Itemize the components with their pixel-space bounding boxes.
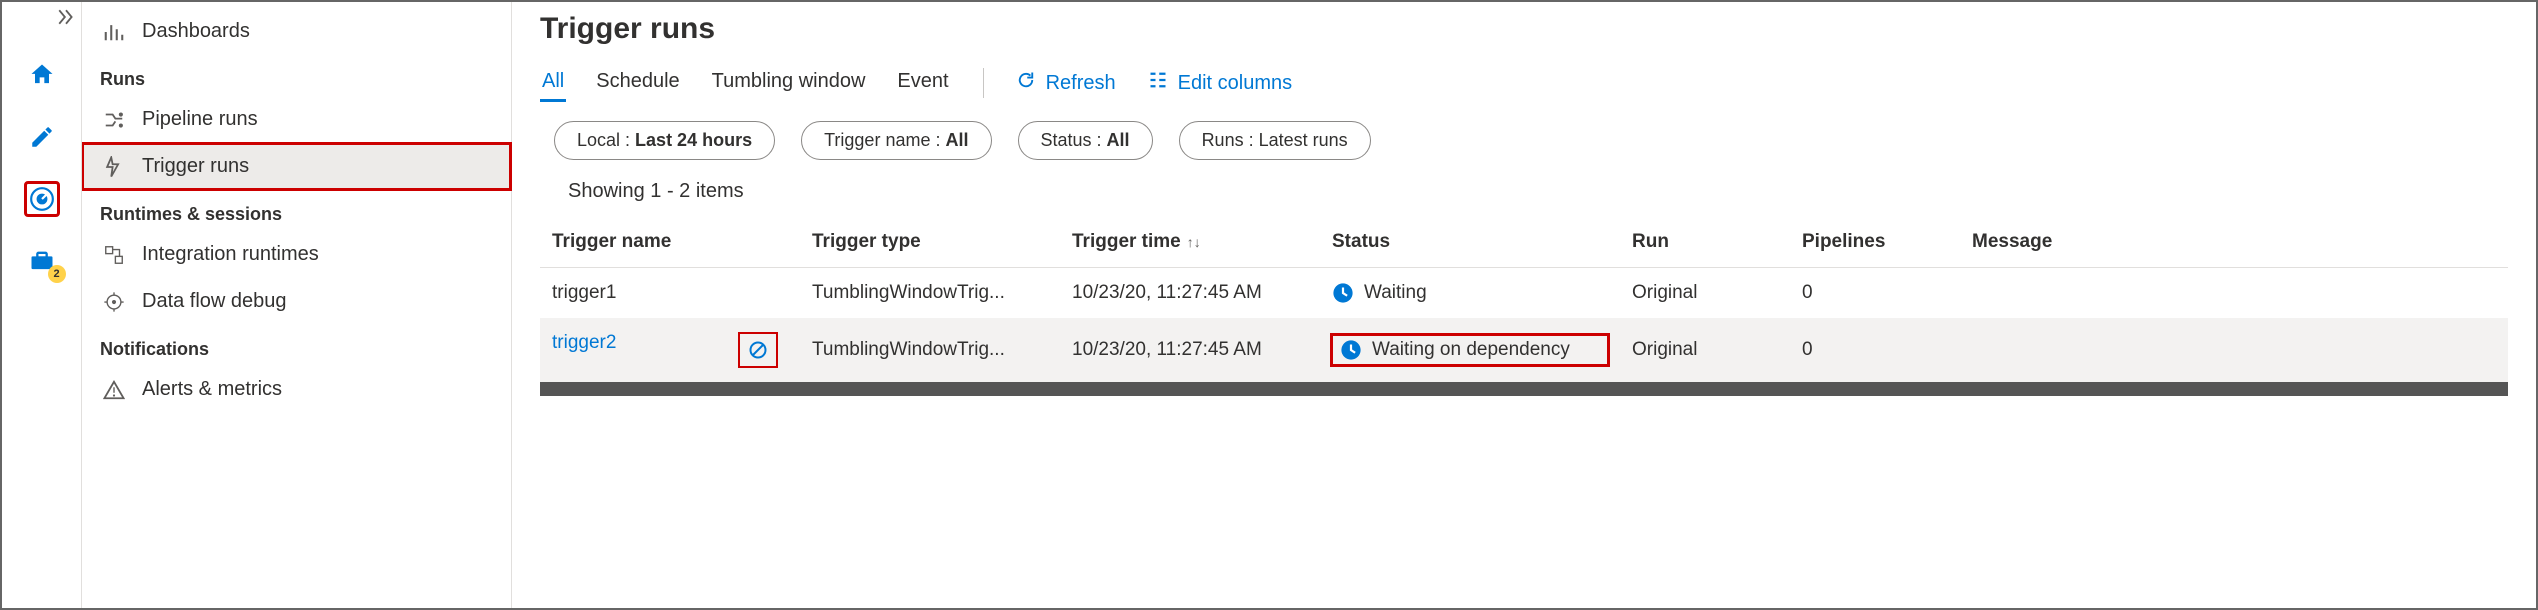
col-pipelines[interactable]: Pipelines: [1790, 217, 1960, 268]
sidebar-item-data-flow-debug[interactable]: Data flow debug: [82, 278, 511, 325]
table-row[interactable]: trigger2 TumblingWindowTrig... 10/23/20,…: [540, 318, 2508, 382]
divider: [983, 68, 984, 98]
sidebar-item-label: Pipeline runs: [142, 108, 258, 131]
cancel-button[interactable]: [738, 332, 778, 368]
debug-icon: [100, 291, 128, 313]
sidebar-header-runtimes: Runtimes & sessions: [82, 190, 511, 231]
cell-run: Original: [1620, 318, 1790, 382]
col-run[interactable]: Run: [1620, 217, 1790, 268]
bar-chart-icon: [100, 21, 128, 43]
main-content: Trigger runs All Schedule Tumbling windo…: [512, 2, 2536, 608]
cell-trigger-name: trigger1: [540, 268, 800, 319]
sidebar-item-label: Dashboards: [142, 20, 250, 43]
cell-trigger-time: 10/23/20, 11:27:45 AM: [1060, 318, 1320, 382]
filter-status[interactable]: Status : All: [1018, 121, 1153, 160]
clock-icon: [1332, 282, 1354, 304]
filter-row: Local : Last 24 hours Trigger name : All…: [540, 121, 2508, 160]
col-status[interactable]: Status: [1320, 217, 1620, 268]
tabs: All Schedule Tumbling window Event: [540, 64, 951, 102]
cancel-icon: [748, 340, 768, 360]
sidebar-item-pipeline-runs[interactable]: Pipeline runs: [82, 96, 511, 143]
columns-icon: [1148, 70, 1168, 96]
refresh-label: Refresh: [1046, 72, 1116, 95]
clock-icon: [1340, 339, 1362, 361]
sidebar-header-runs: Runs: [82, 55, 511, 96]
pipeline-icon: [100, 109, 128, 131]
home-icon[interactable]: [24, 57, 60, 93]
tab-tumbling-window[interactable]: Tumbling window: [710, 64, 868, 102]
cell-status: Waiting: [1320, 268, 1620, 319]
sidebar-header-notifications: Notifications: [82, 325, 511, 366]
sidebar-item-integration-runtimes[interactable]: Integration runtimes: [82, 231, 511, 278]
trigger-runs-table: Trigger name Trigger type Trigger time↑↓…: [540, 217, 2508, 382]
sidebar-item-label: Trigger runs: [142, 155, 249, 178]
col-message[interactable]: Message: [1960, 217, 2508, 268]
toolbox-icon[interactable]: 2: [24, 243, 60, 279]
chevron-right-double-icon: [57, 8, 75, 26]
col-trigger-name[interactable]: Trigger name: [540, 217, 800, 268]
filter-trigger-name[interactable]: Trigger name : All: [801, 121, 991, 160]
pencil-icon[interactable]: [24, 119, 60, 155]
sort-icon: ↑↓: [1187, 234, 1201, 250]
cell-trigger-name: trigger2: [540, 318, 800, 382]
trigger-icon: [100, 156, 128, 178]
monitor-icon[interactable]: [24, 181, 60, 217]
edit-columns-button[interactable]: Edit columns: [1148, 70, 1293, 96]
page-title: Trigger runs: [540, 12, 2508, 46]
cell-message: [1960, 318, 2508, 382]
toolbox-badge: 2: [48, 265, 66, 283]
tab-event[interactable]: Event: [895, 64, 950, 102]
edit-columns-label: Edit columns: [1178, 72, 1293, 95]
sidebar-item-label: Alerts & metrics: [142, 378, 282, 401]
cell-pipelines: 0: [1790, 318, 1960, 382]
tabs-toolbar-row: All Schedule Tumbling window Event Refre…: [540, 64, 2508, 103]
cell-trigger-type: TumblingWindowTrig...: [800, 318, 1060, 382]
cell-trigger-time: 10/23/20, 11:27:45 AM: [1060, 268, 1320, 319]
alert-icon: [100, 379, 128, 401]
trigger-link[interactable]: trigger2: [552, 332, 616, 353]
table-row[interactable]: trigger1 TumblingWindowTrig... 10/23/20,…: [540, 268, 2508, 319]
cell-run: Original: [1620, 268, 1790, 319]
cell-trigger-type: TumblingWindowTrig...: [800, 268, 1060, 319]
col-trigger-time[interactable]: Trigger time↑↓: [1060, 217, 1320, 268]
cell-message: [1960, 268, 2508, 319]
refresh-icon: [1016, 70, 1036, 96]
sidebar-item-trigger-runs[interactable]: Trigger runs: [82, 143, 511, 190]
sidebar-item-dashboards[interactable]: Dashboards: [82, 8, 511, 55]
tab-schedule[interactable]: Schedule: [594, 64, 681, 102]
refresh-button[interactable]: Refresh: [1016, 70, 1116, 96]
sidebar: Dashboards Runs Pipeline runs Trigger ru…: [82, 2, 512, 608]
showing-count: Showing 1 - 2 items: [568, 180, 2508, 203]
left-icon-rail: 2: [2, 2, 82, 608]
cell-pipelines: 0: [1790, 268, 1960, 319]
filter-runs[interactable]: Runs : Latest runs: [1179, 121, 1371, 160]
sidebar-item-label: Integration runtimes: [142, 243, 319, 266]
cell-status: Waiting on dependency: [1320, 318, 1620, 382]
col-trigger-type[interactable]: Trigger type: [800, 217, 1060, 268]
tab-all[interactable]: All: [540, 64, 566, 102]
expand-rail-button[interactable]: [57, 8, 75, 31]
filter-local[interactable]: Local : Last 24 hours: [554, 121, 775, 160]
integration-icon: [100, 244, 128, 266]
sidebar-item-label: Data flow debug: [142, 290, 287, 313]
sidebar-item-alerts-metrics[interactable]: Alerts & metrics: [82, 366, 511, 413]
horizontal-scrollbar[interactable]: [540, 382, 2508, 396]
